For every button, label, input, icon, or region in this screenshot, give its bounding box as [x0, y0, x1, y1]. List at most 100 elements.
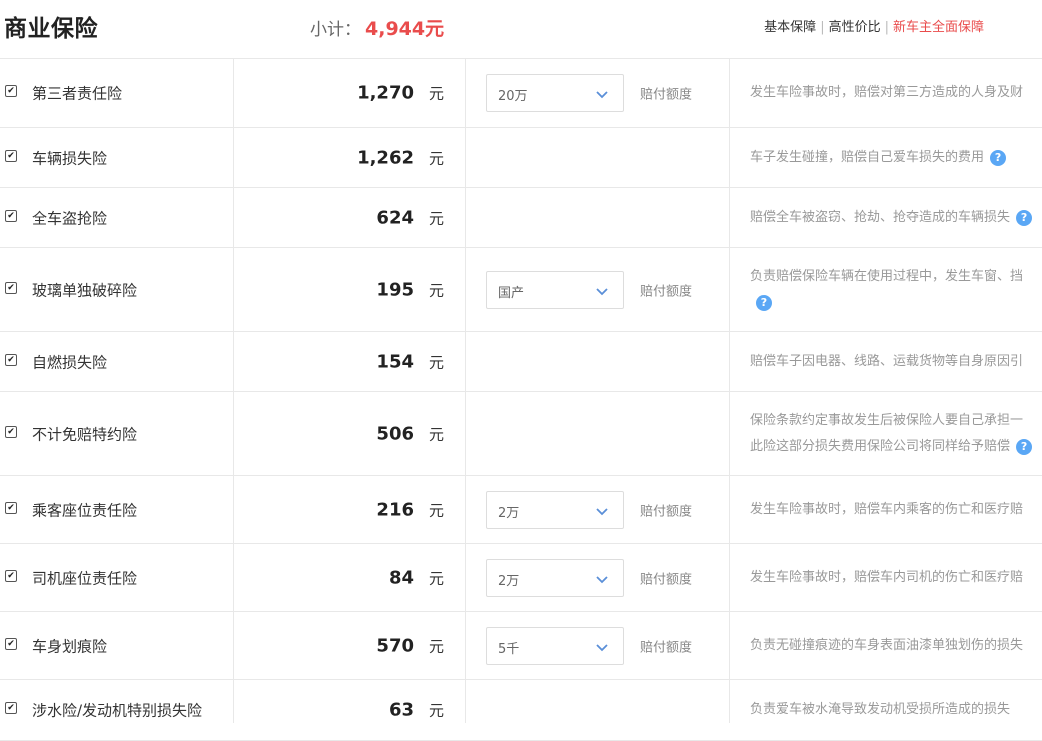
- coverage-label: 赔付额度: [640, 87, 693, 103]
- chevron-down-icon: [595, 503, 609, 522]
- insurance-name: 全车盗抢险: [32, 209, 108, 228]
- insurance-row: ✔ 玻璃单独破碎险 195 元 国产 赔付额度 负责赔偿保险车辆在使用过程中，发…: [0, 248, 1042, 332]
- description-line: 保险条款约定事故发生后被保险人要自己承担一: [750, 413, 1024, 428]
- insurance-price: 1,270: [357, 82, 414, 104]
- insurance-row: ✔ 司机座位责任险 84 元 2万 赔付额度 发生车险事故时，赔偿车内司机的伤亡…: [0, 544, 1042, 612]
- price-unit: 元: [429, 209, 445, 228]
- price-unit: 元: [429, 425, 445, 444]
- insurance-description: 负责赔偿保险车辆在使用过程中，发生车窗、挡?: [750, 264, 1042, 316]
- header: 商业保险 小计： 4,944元 基本保障 | 高性价比 | 新车主全面保障: [0, 0, 1042, 59]
- insurance-name: 第三者责任险: [32, 84, 123, 103]
- chevron-down-icon: [595, 86, 609, 105]
- page-title: 商业保险: [4, 16, 98, 42]
- insurance-name: 涉水险/发动机特别损失险: [32, 701, 203, 720]
- plan-basic[interactable]: 基本保障: [764, 20, 816, 35]
- coverage-select[interactable]: 5千: [486, 627, 624, 665]
- insurance-description: 发生车险事故时，赔偿车内司机的伤亡和医疗赔: [750, 565, 1042, 591]
- chevron-down-icon: [595, 283, 609, 302]
- insurance-price: 195: [376, 279, 414, 301]
- plan-value[interactable]: 高性价比: [829, 20, 881, 35]
- insurance-name: 车辆损失险: [32, 149, 108, 168]
- price-unit: 元: [429, 353, 445, 372]
- insurance-row: ✔ 涉水险/发动机特别损失险 63 元 负责爱车被水淹导致发动机受损所造成的损失: [0, 680, 1042, 741]
- insurance-name: 车身划痕险: [32, 637, 108, 656]
- insurance-description: 赔偿车子因电器、线路、运载货物等自身原因引: [750, 349, 1042, 375]
- insurance-row: ✔ 自燃损失险 154 元 赔偿车子因电器、线路、运载货物等自身原因引: [0, 332, 1042, 392]
- insurance-price: 63: [388, 699, 414, 721]
- row-checkbox[interactable]: ✔: [5, 210, 17, 222]
- plan-divider: |: [820, 20, 825, 35]
- insurance-description: 车子发生碰撞，赔偿自己爱车损失的费用?: [750, 145, 1042, 171]
- insurance-description: 负责爱车被水淹导致发动机受损所造成的损失: [750, 697, 1042, 723]
- insurance-row: ✔ 车身划痕险 570 元 5千 赔付额度 负责无碰撞痕迹的车身表面油漆单独划伤…: [0, 612, 1042, 680]
- row-checkbox[interactable]: ✔: [5, 702, 17, 714]
- insurance-row: ✔ 不计免赔特约险 506 元 保险条款约定事故发生后被保险人要自己承担一此险这…: [0, 392, 1042, 476]
- row-checkbox[interactable]: ✔: [5, 282, 17, 294]
- chevron-down-icon: [595, 571, 609, 590]
- subtotal: 小计： 4,944元: [310, 14, 444, 41]
- row-checkbox[interactable]: ✔: [5, 502, 17, 514]
- coverage-select-value: 5千: [498, 642, 520, 657]
- insurance-price: 84: [388, 567, 414, 589]
- insurance-description: 负责无碰撞痕迹的车身表面油漆单独划伤的损失: [750, 633, 1042, 659]
- help-icon[interactable]: ?: [1016, 438, 1033, 455]
- coverage-label: 赔付额度: [640, 572, 693, 588]
- coverage-label: 赔付额度: [640, 504, 693, 520]
- coverage-select[interactable]: 2万: [486, 559, 624, 597]
- chevron-down-icon: [595, 639, 609, 658]
- coverage-select[interactable]: 20万: [486, 74, 624, 112]
- coverage-label: 赔付额度: [640, 640, 693, 656]
- insurance-description: 保险条款约定事故发生后被保险人要自己承担一此险这部分损失费用保险公司将同样给予赔…: [750, 408, 1042, 460]
- description-line: 此险这部分损失费用保险公司将同样给予赔偿?: [750, 434, 1042, 460]
- coverage-select[interactable]: 国产: [486, 271, 624, 309]
- coverage-select-value: 2万: [498, 574, 520, 589]
- description-line: 发生车险事故时，赔偿车内乘客的伤亡和医疗赔: [750, 502, 1024, 517]
- insurance-row: ✔ 车辆损失险 1,262 元 车子发生碰撞，赔偿自己爱车损失的费用?: [0, 128, 1042, 188]
- row-checkbox[interactable]: ✔: [5, 638, 17, 650]
- plan-full[interactable]: 新车主全面保障: [893, 20, 984, 35]
- price-unit: 元: [429, 701, 445, 720]
- coverage-select[interactable]: 2万: [486, 491, 624, 529]
- insurance-row: ✔ 第三者责任险 1,270 元 20万 赔付额度 发生车险事故时，赔偿对第三方…: [0, 59, 1042, 128]
- insurance-price: 1,262: [357, 147, 414, 169]
- insurance-price: 624: [376, 207, 414, 229]
- insurance-row: ✔ 全车盗抢险 624 元 赔偿全车被盗窃、抢劫、抢夺造成的车辆损失?: [0, 188, 1042, 248]
- coverage-select-value: 2万: [498, 506, 520, 521]
- price-unit: 元: [429, 501, 445, 520]
- help-icon[interactable]: ?: [990, 149, 1007, 166]
- description-line: 负责无碰撞痕迹的车身表面油漆单独划伤的损失: [750, 638, 1024, 653]
- coverage-label: 赔付额度: [640, 284, 693, 300]
- insurance-name: 玻璃单独破碎险: [32, 281, 138, 300]
- plan-divider: |: [884, 20, 889, 35]
- price-unit: 元: [429, 569, 445, 588]
- insurance-description: 发生车险事故时，赔偿车内乘客的伤亡和医疗赔: [750, 497, 1042, 523]
- row-checkbox[interactable]: ✔: [5, 354, 17, 366]
- row-checkbox[interactable]: ✔: [5, 150, 17, 162]
- description-line: 赔偿全车被盗窃、抢劫、抢夺造成的车辆损失?: [750, 205, 1042, 231]
- description-line: 赔偿车子因电器、线路、运载货物等自身原因引: [750, 354, 1024, 369]
- coverage-select-value: 国产: [498, 286, 525, 301]
- insurance-price: 570: [376, 635, 414, 657]
- insurance-name: 不计免赔特约险: [32, 425, 138, 444]
- insurance-price: 216: [376, 499, 414, 521]
- subtotal-amount: 4,944元: [365, 18, 445, 40]
- price-unit: 元: [429, 84, 445, 103]
- insurance-description: 发生车险事故时，赔偿对第三方造成的人身及财: [750, 80, 1042, 106]
- insurance-price: 506: [376, 423, 414, 445]
- description-line: 负责爱车被水淹导致发动机受损所造成的损失: [750, 702, 1011, 717]
- insurance-description: 赔偿全车被盗窃、抢劫、抢夺造成的车辆损失?: [750, 205, 1042, 231]
- description-line: 车子发生碰撞，赔偿自己爱车损失的费用?: [750, 145, 1042, 171]
- price-unit: 元: [429, 281, 445, 300]
- description-line: 负责赔偿保险车辆在使用过程中，发生车窗、挡: [750, 269, 1024, 284]
- row-checkbox[interactable]: ✔: [5, 85, 17, 97]
- help-icon[interactable]: ?: [1016, 209, 1033, 226]
- description-line: 发生车险事故时，赔偿车内司机的伤亡和医疗赔: [750, 570, 1024, 585]
- insurance-row: ✔ 乘客座位责任险 216 元 2万 赔付额度 发生车险事故时，赔偿车内乘客的伤…: [0, 476, 1042, 544]
- row-checkbox[interactable]: ✔: [5, 570, 17, 582]
- insurance-price: 154: [376, 351, 414, 373]
- row-checkbox[interactable]: ✔: [5, 426, 17, 438]
- help-icon[interactable]: ?: [756, 294, 772, 311]
- plan-switcher: 基本保障 | 高性价比 | 新车主全面保障: [764, 16, 984, 35]
- insurance-name: 司机座位责任险: [32, 569, 138, 588]
- price-unit: 元: [429, 149, 445, 168]
